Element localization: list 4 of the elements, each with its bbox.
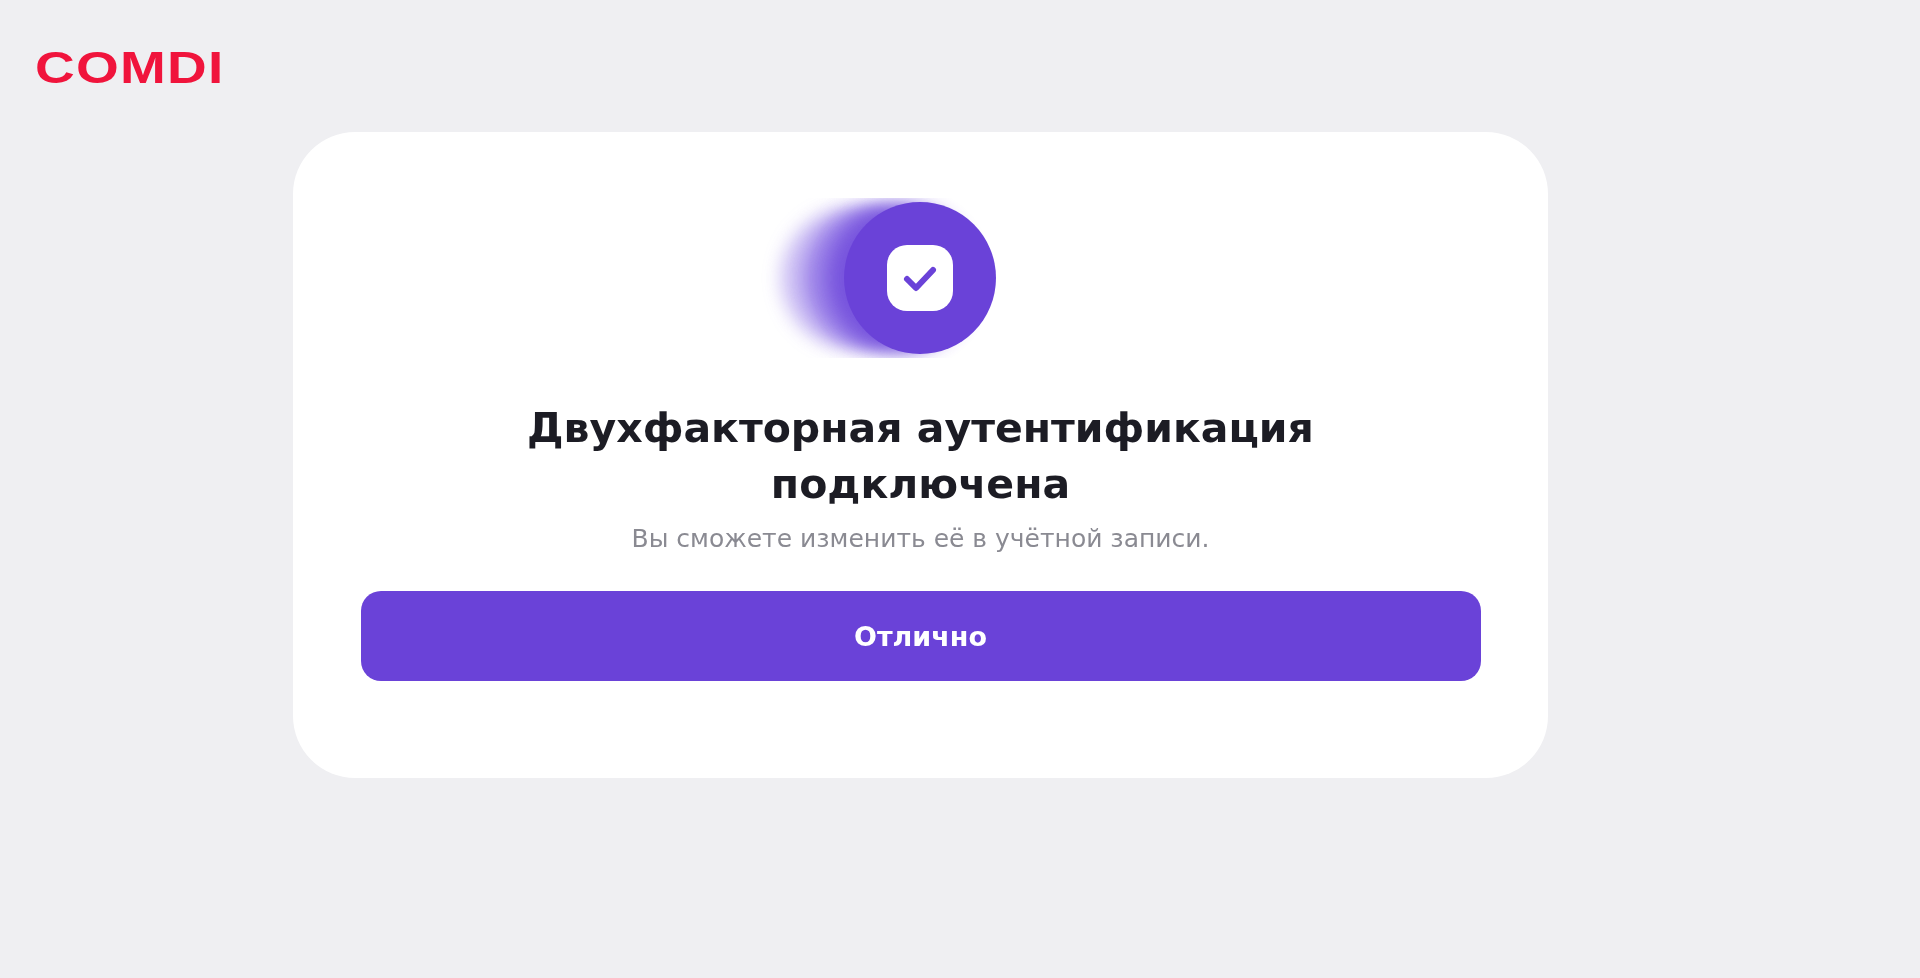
dialog-title: Двухфакторная аутентификация подключена: [526, 403, 1315, 510]
dialog-message: Вы сможете изменить её в учётной записи.: [631, 524, 1210, 553]
logo: COMDI: [35, 44, 225, 93]
confirm-button[interactable]: Отлично: [360, 591, 1481, 681]
